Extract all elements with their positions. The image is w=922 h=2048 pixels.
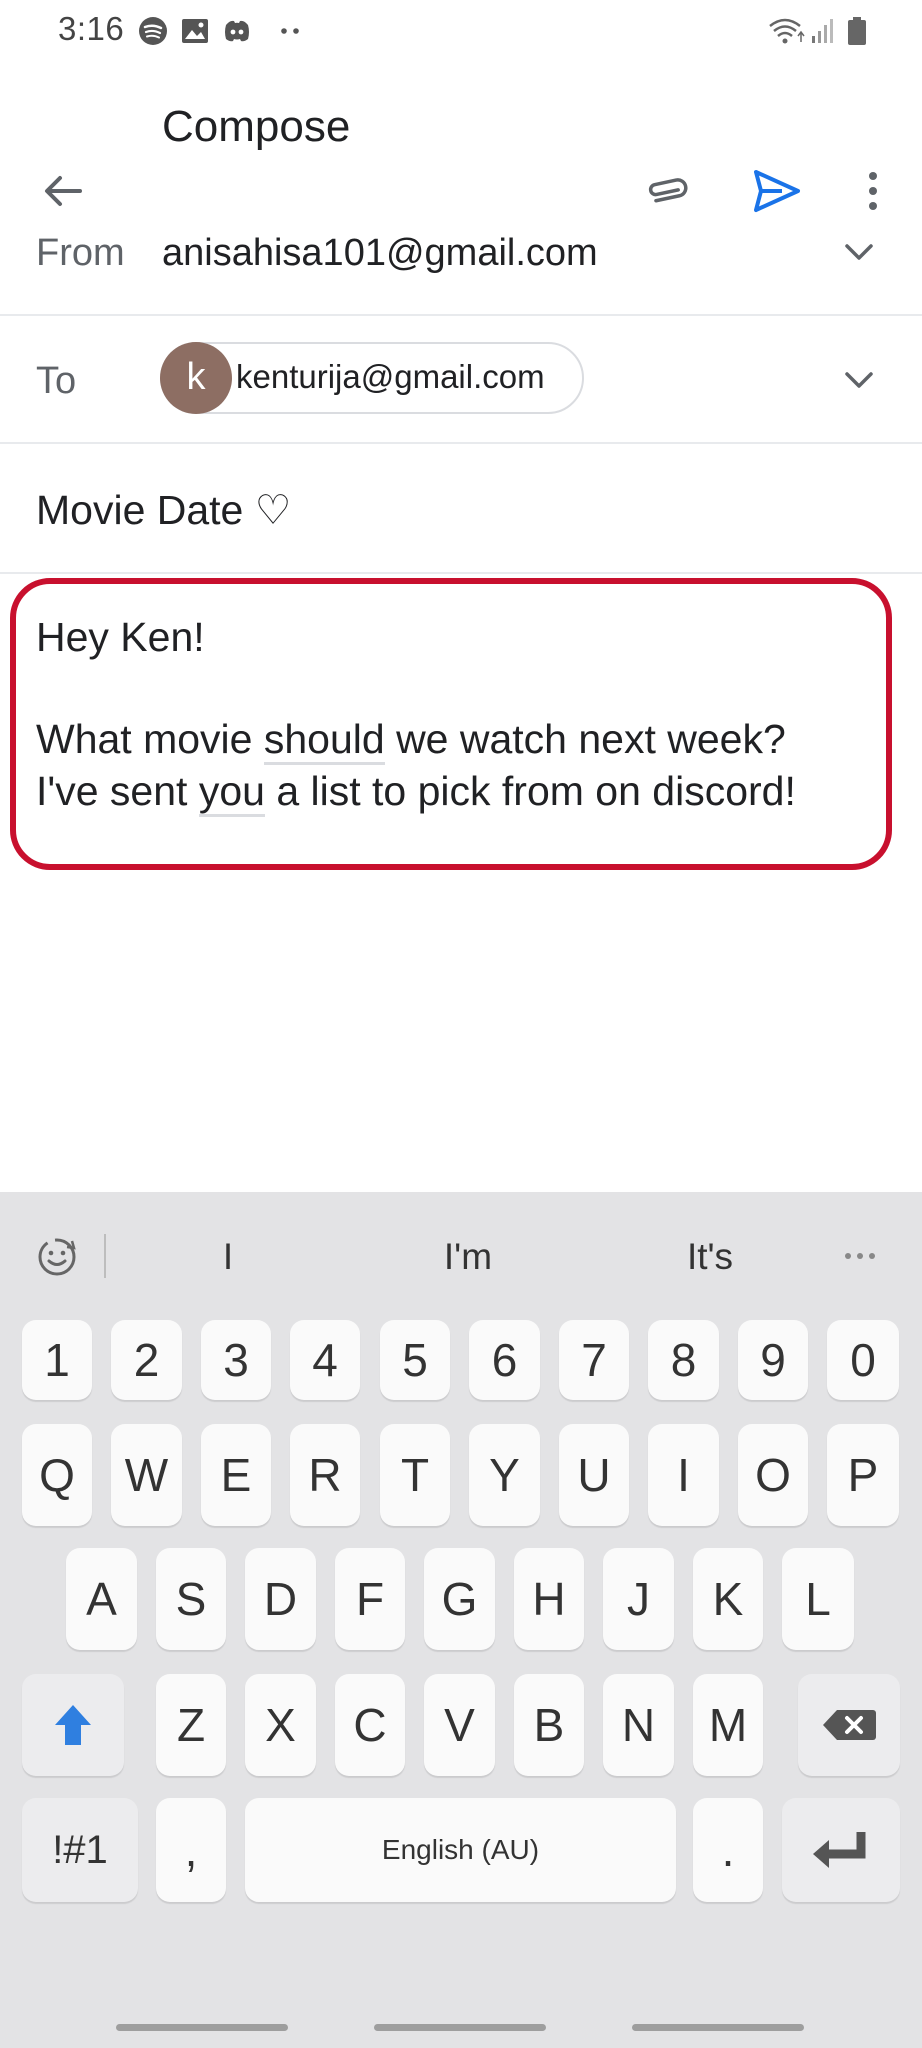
- wifi-icon: [769, 18, 805, 44]
- key-s[interactable]: S: [156, 1548, 226, 1650]
- app-bar: [0, 64, 922, 212]
- nav-home[interactable]: [374, 2024, 546, 2031]
- body-line-2: What movie should we watch next week?: [36, 716, 786, 765]
- send-icon[interactable]: [752, 168, 802, 214]
- suggestion-3[interactable]: It's: [610, 1236, 810, 1278]
- period-key[interactable]: .: [693, 1798, 763, 1902]
- more-options-icon[interactable]: [840, 1244, 880, 1268]
- key-q[interactable]: Q: [22, 1424, 92, 1526]
- key-7[interactable]: 7: [559, 1320, 629, 1400]
- backspace-icon: [823, 1710, 876, 1740]
- enter-key[interactable]: [782, 1798, 900, 1902]
- backspace-key[interactable]: [798, 1674, 900, 1776]
- suggestion-1[interactable]: I: [128, 1236, 328, 1278]
- key-h[interactable]: H: [514, 1548, 584, 1650]
- key-r[interactable]: R: [290, 1424, 360, 1526]
- from-label: From: [36, 232, 125, 274]
- key-i[interactable]: I: [648, 1424, 719, 1526]
- key-v[interactable]: V: [424, 1674, 495, 1776]
- body-text: What movie: [36, 716, 264, 762]
- shift-arrow-icon: [55, 1705, 91, 1745]
- key-t[interactable]: T: [380, 1424, 450, 1526]
- arrow-left-icon[interactable]: [40, 168, 86, 214]
- key-e[interactable]: E: [201, 1424, 271, 1526]
- avatar: k: [160, 342, 232, 414]
- nav-back[interactable]: [632, 2024, 804, 2031]
- suggestion-2[interactable]: I'm: [368, 1236, 568, 1278]
- key-j[interactable]: J: [603, 1548, 674, 1650]
- key-m[interactable]: M: [693, 1674, 763, 1776]
- more-vert-icon[interactable]: [858, 168, 888, 214]
- more-notifications-icon: [281, 28, 299, 34]
- space-key[interactable]: English (AU): [245, 1798, 676, 1902]
- key-4[interactable]: 4: [290, 1320, 360, 1400]
- from-address[interactable]: anisahisa101@gmail.com: [162, 232, 598, 275]
- divider: [104, 1234, 106, 1278]
- body-line-3: I've sent you a list to pick from on dis…: [36, 768, 796, 817]
- key-l[interactable]: L: [782, 1548, 854, 1650]
- gallery-icon: [182, 19, 208, 43]
- from-chevron-down-icon[interactable]: [842, 240, 876, 264]
- key-9[interactable]: 9: [738, 1320, 808, 1400]
- page-title: Compose: [162, 102, 351, 151]
- key-d[interactable]: D: [245, 1548, 316, 1650]
- key-1[interactable]: 1: [22, 1320, 92, 1400]
- key-n[interactable]: N: [603, 1674, 674, 1776]
- key-3[interactable]: 3: [201, 1320, 271, 1400]
- key-c[interactable]: C: [335, 1674, 405, 1776]
- signal-icon: [812, 19, 833, 43]
- battery-icon: [848, 17, 866, 45]
- to-label: To: [36, 360, 77, 402]
- status-time: 3:16: [58, 10, 125, 47]
- divider: [0, 442, 922, 444]
- spellcheck-word: should: [263, 716, 385, 765]
- key-5[interactable]: 5: [380, 1320, 450, 1400]
- key-2[interactable]: 2: [111, 1320, 182, 1400]
- body-text: we watch next week?: [384, 716, 786, 762]
- key-x[interactable]: X: [245, 1674, 316, 1776]
- body-text: a list to pick from on discord!: [264, 768, 796, 814]
- body-text: I've sent: [36, 768, 199, 814]
- key-f[interactable]: F: [335, 1548, 405, 1650]
- body-line-1: Hey Ken!: [36, 614, 205, 660]
- key-y[interactable]: Y: [469, 1424, 540, 1526]
- enter-icon: [813, 1832, 866, 1868]
- emoji-refresh-icon[interactable]: [32, 1232, 82, 1282]
- symbols-key[interactable]: !#1: [22, 1798, 138, 1902]
- key-k[interactable]: K: [693, 1548, 763, 1650]
- nav-recent-apps[interactable]: [116, 2024, 288, 2031]
- key-p[interactable]: P: [827, 1424, 899, 1526]
- divider: [0, 314, 922, 316]
- paperclip-icon[interactable]: [644, 170, 692, 210]
- key-0[interactable]: 0: [827, 1320, 899, 1400]
- recipient-email: kenturija@gmail.com: [236, 358, 545, 395]
- discord-icon: [225, 20, 249, 42]
- key-w[interactable]: W: [111, 1424, 182, 1526]
- divider: [0, 572, 922, 574]
- key-g[interactable]: G: [424, 1548, 495, 1650]
- shift-key[interactable]: [22, 1674, 124, 1776]
- key-a[interactable]: A: [66, 1548, 137, 1650]
- key-8[interactable]: 8: [648, 1320, 719, 1400]
- key-6[interactable]: 6: [469, 1320, 540, 1400]
- status-bar: 3:16: [0, 0, 922, 64]
- key-u[interactable]: U: [559, 1424, 629, 1526]
- key-z[interactable]: Z: [156, 1674, 226, 1776]
- comma-key[interactable]: ,: [156, 1798, 226, 1902]
- key-o[interactable]: O: [738, 1424, 808, 1526]
- key-b[interactable]: B: [514, 1674, 584, 1776]
- spellcheck-word: you: [198, 768, 265, 817]
- subject-field[interactable]: Movie Date ♡: [36, 486, 292, 534]
- to-chevron-down-icon[interactable]: [842, 368, 876, 392]
- spotify-icon: [139, 17, 167, 45]
